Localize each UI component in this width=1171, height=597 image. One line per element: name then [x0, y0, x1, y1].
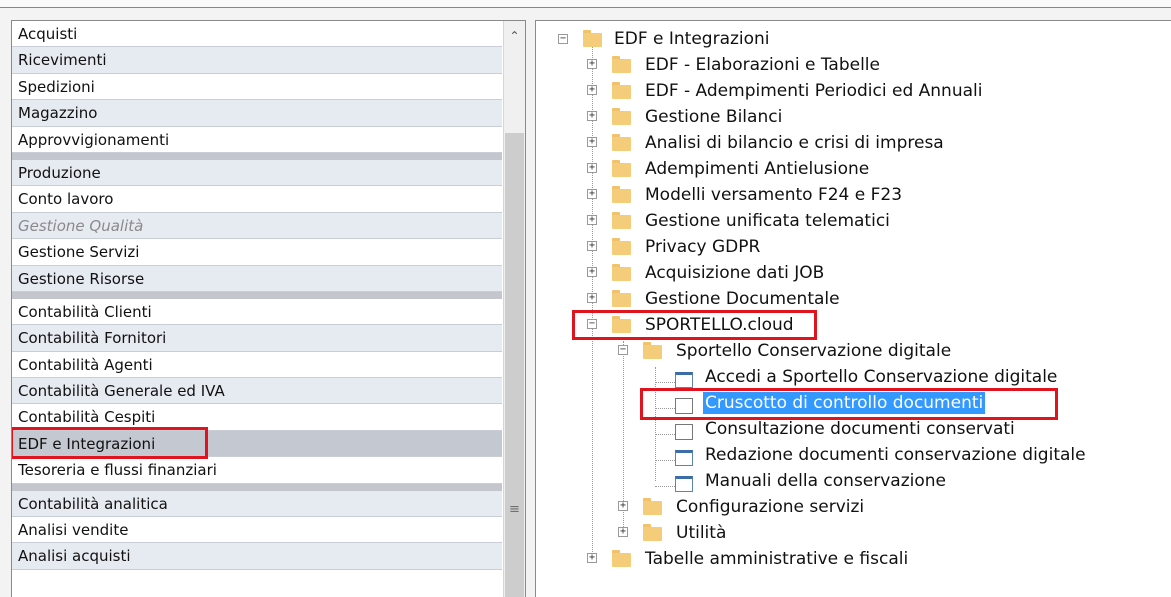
- window-icon: [675, 398, 693, 414]
- plus-box-icon[interactable]: +: [587, 189, 597, 199]
- tree-node-configurazione-servizi[interactable]: Configurazione servizi: [674, 494, 866, 520]
- tree-node-sportello-conservazione[interactable]: Sportello Conservazione digitale: [674, 338, 953, 364]
- list-item-spedizioni[interactable]: Spedizioni: [12, 74, 502, 101]
- tree-node-root[interactable]: EDF e Integrazioni: [612, 26, 772, 52]
- plus-box-icon[interactable]: +: [587, 59, 597, 69]
- tree-node-telematici[interactable]: Gestione unificata telematici: [643, 208, 892, 234]
- folder-icon: [612, 160, 631, 177]
- tree-node-utilita[interactable]: Utilità: [674, 520, 728, 546]
- plus-box-icon[interactable]: +: [618, 527, 628, 537]
- window-icon: [675, 476, 693, 492]
- tree-node-redazione-documenti[interactable]: Redazione documenti conservazione digita…: [703, 442, 1088, 468]
- tree-node-tabelle-amministrative[interactable]: Tabelle amministrative e fiscali: [643, 546, 910, 572]
- tree-node-cruscotto-controllo[interactable]: Cruscotto di controllo documenti: [703, 390, 986, 416]
- tree-node-antielusione[interactable]: Adempimenti Antielusione: [643, 156, 871, 182]
- plus-box-icon[interactable]: +: [587, 163, 597, 173]
- tree-line: [655, 367, 656, 481]
- vertical-scrollbar[interactable]: ⌃ ≡: [503, 21, 525, 597]
- folder-icon: [612, 212, 631, 229]
- list-item-produzione[interactable]: Produzione: [12, 152, 502, 187]
- plus-box-icon[interactable]: +: [587, 241, 597, 251]
- list-item-edf-integrazioni[interactable]: EDF e Integrazioni: [12, 426, 502, 460]
- plus-box-icon[interactable]: +: [587, 85, 597, 95]
- tree-line: [655, 460, 675, 461]
- list-item-approvvigionamenti[interactable]: Approvvigionamenti: [12, 127, 502, 153]
- list-item-contabilita-generale[interactable]: Contabilità Generale ed IVA: [12, 378, 502, 405]
- plus-box-icon[interactable]: +: [587, 215, 597, 225]
- tree-node-privacy-gdpr[interactable]: Privacy GDPR: [643, 234, 762, 260]
- window-icon: [675, 372, 693, 388]
- folder-icon: [643, 498, 662, 515]
- tree-node-accedi-sportello[interactable]: Accedi a Sportello Conservazione digital…: [703, 364, 1059, 390]
- plus-box-icon[interactable]: +: [587, 553, 597, 563]
- tree-line: [655, 434, 675, 435]
- window-frame-top: [0, 0, 1171, 8]
- list-item-ricevimenti[interactable]: Ricevimenti: [12, 47, 502, 74]
- minus-box-icon[interactable]: −: [558, 34, 568, 44]
- folder-icon: [643, 342, 662, 359]
- tree-node-f24-f23[interactable]: Modelli versamento F24 e F23: [643, 182, 904, 208]
- tree-node-acquisizione-job[interactable]: Acquisizione dati JOB: [643, 260, 826, 286]
- module-list-panel: Acquisti Ricevimenti Spedizioni Magazzin…: [11, 20, 526, 597]
- folder-icon: [612, 264, 631, 281]
- list-item-gestione-risorse[interactable]: Gestione Risorse: [12, 265, 502, 292]
- list-item-analisi-acquisti[interactable]: Analisi acquisti: [12, 543, 502, 570]
- minus-box-icon[interactable]: −: [587, 319, 597, 329]
- plus-box-icon[interactable]: +: [587, 267, 597, 277]
- scroll-up-arrow-icon[interactable]: ⌃: [504, 21, 525, 51]
- folder-icon: [612, 82, 631, 99]
- folder-icon: [612, 134, 631, 151]
- list-item-analisi-vendite[interactable]: Analisi vendite: [12, 517, 502, 544]
- folder-icon: [583, 30, 602, 47]
- list-item-conto-lavoro[interactable]: Conto lavoro: [12, 186, 502, 213]
- tree-node-gestione-documentale[interactable]: Gestione Documentale: [643, 286, 842, 312]
- menu-tree-panel: − EDF e Integrazioni + EDF - Elaborazion…: [535, 20, 1171, 597]
- folder-icon: [612, 56, 631, 73]
- list-item-magazzino[interactable]: Magazzino: [12, 100, 502, 127]
- grip-icon: ≡: [509, 502, 520, 517]
- window-icon: [675, 450, 693, 466]
- tree-node-edf-elaborazioni[interactable]: EDF - Elaborazioni e Tabelle: [643, 52, 882, 78]
- module-list: Acquisti Ricevimenti Spedizioni Magazzin…: [12, 21, 502, 570]
- list-item-gestione-servizi[interactable]: Gestione Servizi: [12, 239, 502, 266]
- tree-line: [655, 382, 675, 383]
- window-icon: [675, 424, 693, 440]
- folder-icon: [643, 524, 662, 541]
- tree-node-sportello-cloud[interactable]: SPORTELLO.cloud: [643, 312, 796, 338]
- folder-icon: [612, 290, 631, 307]
- plus-box-icon[interactable]: +: [587, 137, 597, 147]
- list-item-contabilita-analitica[interactable]: Contabilità analitica: [12, 483, 502, 518]
- tree-node-manuali-conservazione[interactable]: Manuali della conservazione: [703, 468, 948, 494]
- scrollbar-thumb[interactable]: ≡: [505, 133, 524, 597]
- folder-icon: [612, 186, 631, 203]
- folder-icon: [612, 316, 631, 333]
- tree-node-edf-adempimenti[interactable]: EDF - Adempimenti Periodici ed Annuali: [643, 78, 984, 104]
- plus-box-icon[interactable]: +: [587, 293, 597, 303]
- tree-line: [655, 486, 675, 487]
- plus-box-icon[interactable]: +: [618, 501, 628, 511]
- list-item-acquisti[interactable]: Acquisti: [12, 21, 502, 48]
- list-item-tesoreria[interactable]: Tesoreria e flussi finanziari: [12, 457, 502, 484]
- plus-box-icon[interactable]: +: [587, 111, 597, 121]
- folder-icon: [612, 550, 631, 567]
- tree-line: [655, 408, 675, 409]
- folder-icon: [612, 108, 631, 125]
- minus-box-icon[interactable]: −: [618, 345, 628, 355]
- tree-node-analisi-bilancio[interactable]: Analisi di bilancio e crisi di impresa: [643, 130, 946, 156]
- folder-icon: [612, 238, 631, 255]
- list-item-contabilita-clienti[interactable]: Contabilità Clienti: [12, 291, 502, 326]
- list-item-contabilita-agenti[interactable]: Contabilità Agenti: [12, 352, 502, 379]
- tree-node-consultazione-documenti[interactable]: Consultazione documenti conservati: [703, 416, 1017, 442]
- tree-node-gestione-bilanci[interactable]: Gestione Bilanci: [643, 104, 784, 130]
- list-item-contabilita-fornitori[interactable]: Contabilità Fornitori: [12, 325, 502, 352]
- list-item-gestione-qualita: Gestione Qualità: [12, 212, 502, 240]
